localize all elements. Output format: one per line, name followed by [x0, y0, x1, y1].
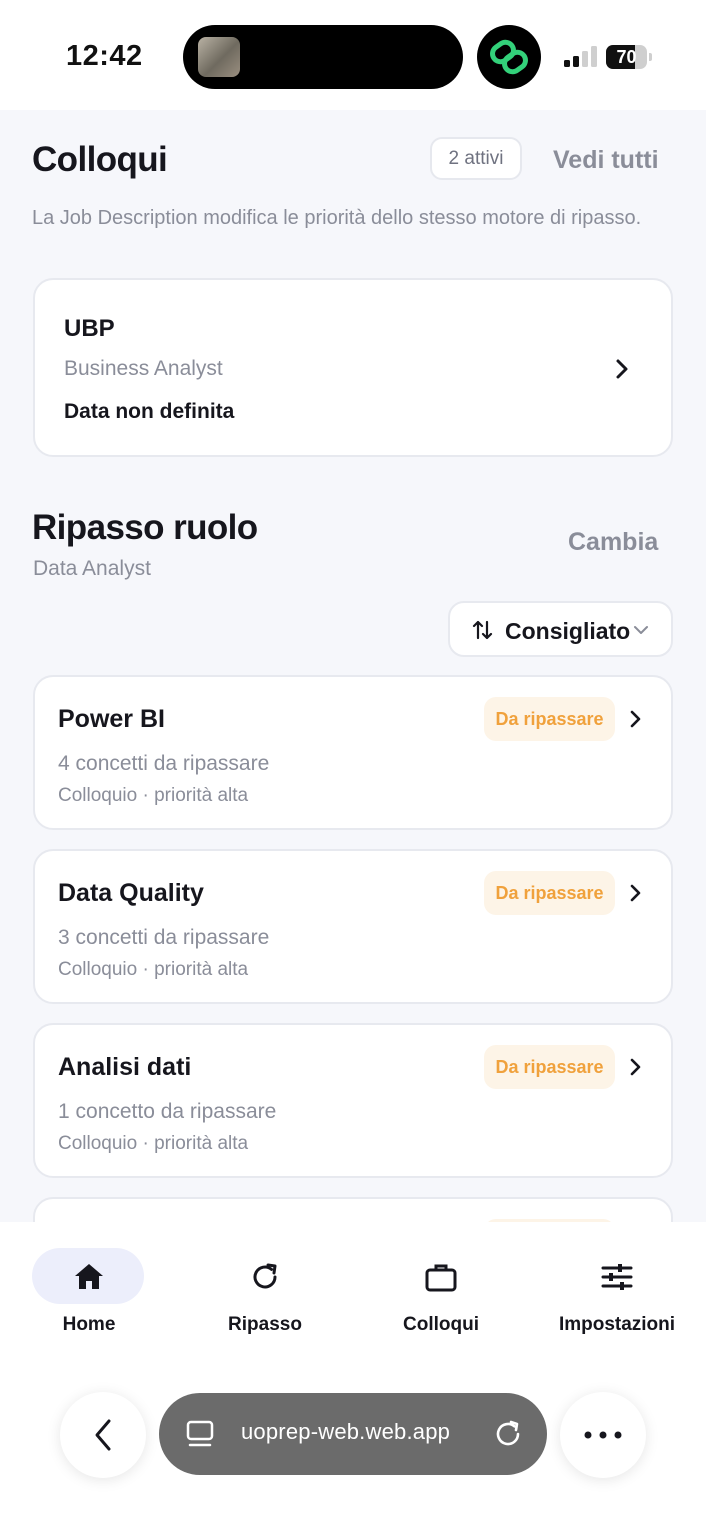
topic-card[interactable]: Power BI Da ripassare 4 concetti da ripa… — [33, 675, 673, 830]
topic-card[interactable]: Data Quality Da ripassare 3 concetti da … — [33, 849, 673, 1004]
cellular-signal-icon — [564, 46, 597, 67]
chevron-left-icon — [95, 1419, 111, 1451]
see-all-link[interactable]: Vedi tutti — [553, 146, 659, 175]
topic-card-partial[interactable] — [33, 1197, 673, 1222]
battery-percent: 70 — [616, 47, 637, 67]
status-time: 12:42 — [66, 40, 143, 72]
topic-title: Data Quality — [58, 879, 204, 907]
refresh-icon — [253, 1263, 277, 1289]
nav-impostazioni[interactable]: Impostazioni — [542, 1248, 692, 1338]
change-role-link[interactable]: Cambia — [568, 528, 658, 557]
topic-meta: Colloquio · priorità alta — [58, 959, 249, 980]
status-bar: 12:42 70 — [0, 0, 706, 110]
main-content[interactable]: Colloqui 2 attivi Vedi tutti La Job Desc… — [0, 110, 706, 1222]
role-review-title: Ripasso ruolo — [32, 508, 258, 547]
more-options-button[interactable] — [560, 1392, 646, 1478]
bottom-navigation: Home Ripasso Colloqui Impostazioni — [0, 1222, 706, 1382]
sort-label: Consigliato — [505, 618, 631, 644]
nav-label: Home — [62, 1314, 116, 1335]
nav-label: Impostazioni — [558, 1314, 676, 1335]
interviews-title: Colloqui — [32, 140, 168, 179]
chevron-right-icon — [616, 359, 628, 379]
chevron-right-icon — [630, 1058, 641, 1076]
interview-company: UBP — [64, 315, 115, 342]
back-button[interactable] — [60, 1392, 146, 1478]
status-badge: Da ripassare — [484, 871, 615, 915]
media-thumbnail[interactable] — [198, 37, 240, 77]
sliders-icon — [601, 1264, 633, 1290]
nav-label: Ripasso — [228, 1314, 302, 1335]
topic-concept-count: 3 concetti da ripassare — [58, 926, 270, 949]
topic-concept-count: 1 concetto da ripassare — [58, 1100, 277, 1123]
tab-page-icon — [186, 1420, 214, 1447]
sort-dropdown[interactable]: Consigliato — [448, 601, 673, 657]
chevron-right-icon — [630, 884, 641, 902]
interview-date: Data non definita — [64, 400, 235, 423]
interview-role: Business Analyst — [64, 357, 223, 380]
topic-meta: Colloquio · priorità alta — [58, 1133, 249, 1154]
sort-arrows-icon — [472, 620, 493, 640]
topic-card[interactable]: Analisi dati Da ripassare 1 concetto da … — [33, 1023, 673, 1178]
interview-card[interactable]: UBP Business Analyst Data non definita — [33, 278, 673, 457]
interviews-description: La Job Description modifica le priorità … — [32, 207, 642, 229]
browser-toolbar: uoprep-web.web.app — [0, 1382, 706, 1536]
battery-body: 70 — [606, 45, 647, 69]
url-text: uoprep-web.web.app — [241, 1419, 451, 1444]
linked-app-icon[interactable] — [477, 25, 541, 89]
nav-colloqui[interactable]: Colloqui — [366, 1248, 516, 1338]
nav-label: Colloqui — [403, 1314, 479, 1335]
dynamic-island[interactable] — [183, 25, 463, 89]
briefcase-icon — [425, 1264, 457, 1292]
topic-concept-count: 4 concetti da ripassare — [58, 752, 270, 775]
topic-title: Analisi dati — [58, 1053, 192, 1081]
battery-indicator: 70 — [606, 45, 652, 69]
more-dots-icon — [584, 1431, 622, 1439]
status-badge: Da ripassare — [484, 697, 615, 741]
link-chain-icon — [490, 39, 528, 75]
topic-meta: Colloquio · priorità alta — [58, 785, 249, 806]
battery-tip — [649, 53, 652, 61]
selected-role: Data Analyst — [33, 557, 151, 580]
home-icon — [75, 1264, 103, 1289]
active-interviews-badge: 2 attivi — [430, 137, 522, 180]
nav-home[interactable]: Home — [14, 1248, 164, 1338]
nav-ripasso[interactable]: Ripasso — [190, 1248, 340, 1338]
chevron-right-icon — [630, 710, 641, 728]
address-bar[interactable]: uoprep-web.web.app — [159, 1393, 547, 1475]
topic-title: Power BI — [58, 705, 165, 733]
status-badge: Da ripassare — [484, 1045, 615, 1089]
chevron-down-icon — [634, 626, 648, 634]
reload-icon[interactable] — [493, 1419, 523, 1449]
